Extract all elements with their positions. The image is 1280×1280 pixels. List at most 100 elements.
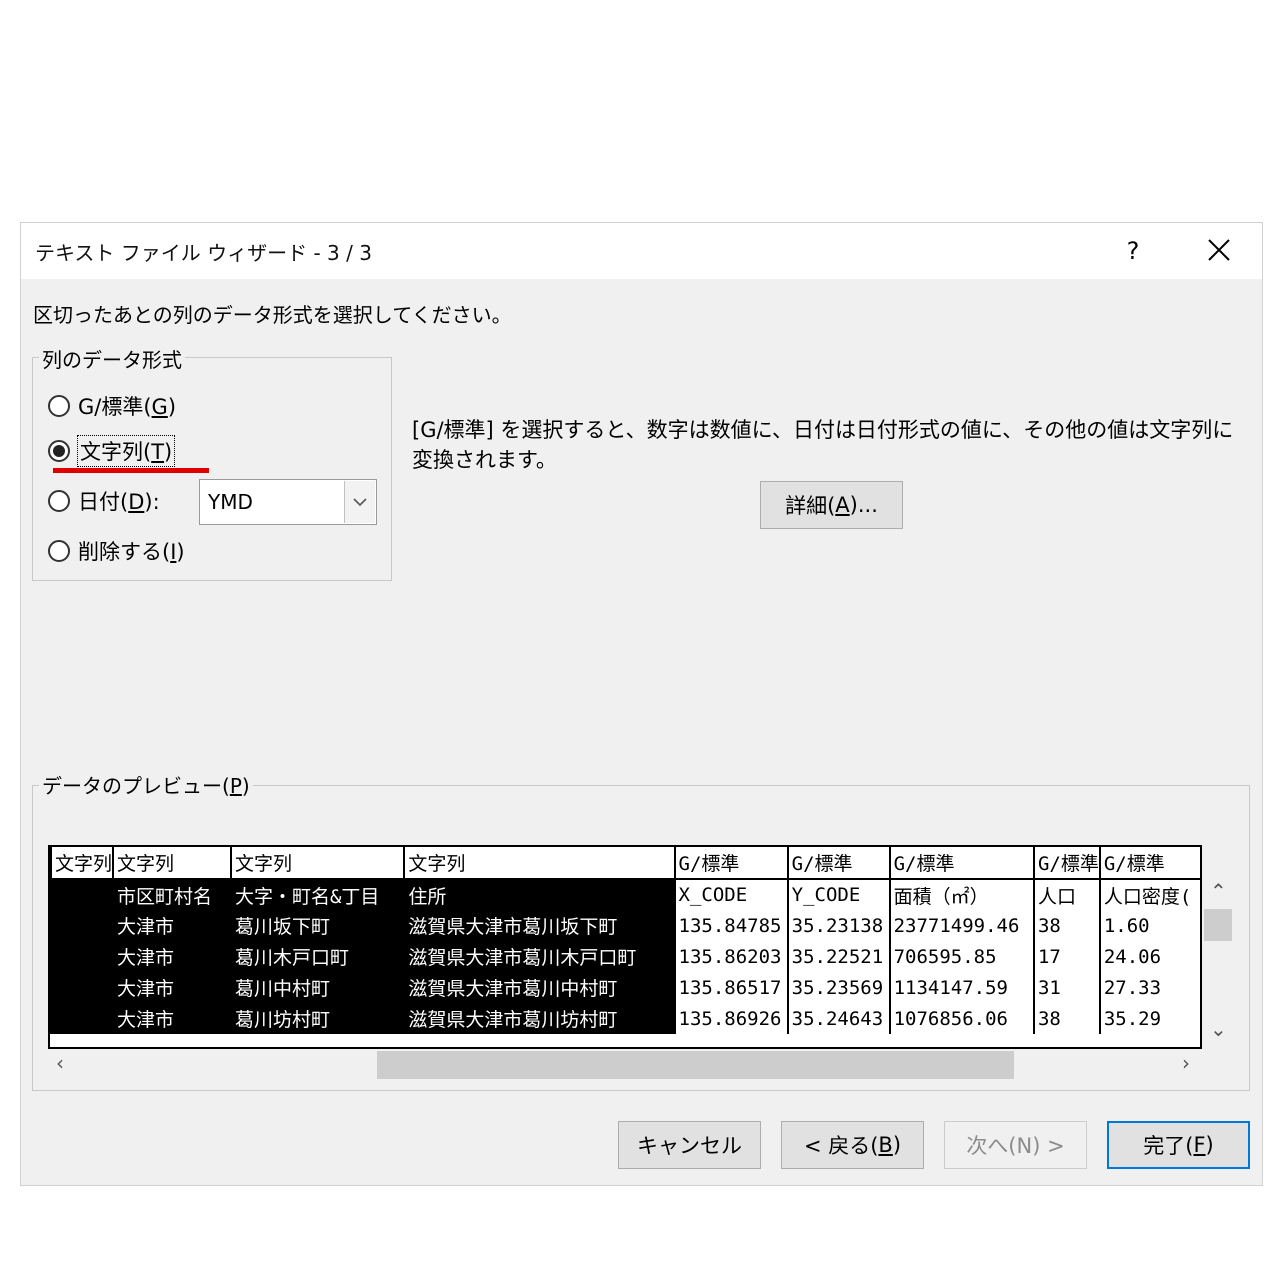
preview-data-row: 大津市 葛川坂下町 滋賀県大津市葛川坂下町 135.84785 35.23138 2377… (50, 910, 1200, 941)
preview-cell[interactable]: 面積（㎡） (888, 879, 1034, 910)
preview-cell[interactable]: 滋賀県大津市葛川坂下町 (403, 910, 675, 941)
preview-cell[interactable]: 35.22521 (786, 941, 890, 972)
radio-general[interactable]: G/標準(G) (48, 390, 176, 422)
chevron-down-icon (353, 498, 367, 507)
scroll-up-icon[interactable]: ⌃ (1210, 879, 1227, 903)
format-description: [G/標準] を選択すると、数字は数値に、日付は日付形式の値に、その他の値は文字… (412, 418, 1234, 472)
window-title: テキスト ファイル ウィザード - 3 / 3 (35, 241, 372, 265)
preview-horizontal-scrollbar[interactable]: ‹ › (50, 1049, 1202, 1081)
radio-general-label: G/標準(G) (78, 395, 177, 419)
horizontal-scroll-thumb[interactable] (377, 1051, 1014, 1079)
preview-cell[interactable]: 人口密度( (1098, 879, 1200, 910)
preview-cell[interactable]: Y_CODE (786, 879, 890, 910)
preview-cell[interactable]: 住所 (403, 879, 675, 910)
preview-cell[interactable]: 27.33 (1098, 972, 1200, 1003)
preview-table[interactable]: 文字列 文字列 文字列 文字列 G/標準 G/標準 G/標準 G/標準 G/標準 市区町村名 大字・… (50, 847, 1200, 1034)
scroll-left-icon[interactable]: ‹ (56, 1051, 64, 1075)
preview-format-cell[interactable]: G/標準 (1098, 847, 1200, 880)
preview-cell[interactable]: 葛川坊村町 (229, 1003, 405, 1034)
preview-cell[interactable] (50, 972, 114, 1003)
date-format-dropdown-button[interactable] (344, 481, 375, 523)
data-preview-label: データのプレビュー(P) (39, 770, 253, 799)
next-button[interactable]: 次へ(N) > (944, 1121, 1087, 1169)
preview-cell[interactable]: 1134147.59 (888, 972, 1034, 1003)
question-mark-icon: ? (1126, 237, 1140, 265)
preview-data-row: 大津市 葛川中村町 滋賀県大津市葛川中村町 135.86517 35.23569 1134… (50, 972, 1200, 1003)
radio-date[interactable]: 日付(D): (48, 485, 160, 517)
preview-cell[interactable]: 35.23569 (786, 972, 890, 1003)
preview-cell[interactable]: 24.06 (1098, 941, 1200, 972)
preview-cell[interactable]: 大津市 (112, 910, 231, 941)
date-format-value: YMD (208, 490, 253, 514)
help-button[interactable]: ? (1119, 231, 1147, 271)
preview-cell[interactable]: 葛川中村町 (229, 972, 405, 1003)
cancel-button[interactable]: キャンセル (618, 1121, 761, 1169)
preview-vertical-scrollbar[interactable]: ⌃ ⌄ (1202, 877, 1234, 1049)
preview-cell[interactable] (50, 879, 114, 910)
preview-format-cell[interactable]: G/標準 (888, 847, 1034, 880)
preview-cell[interactable]: 滋賀県大津市葛川坊村町 (403, 1003, 675, 1034)
instruction-text: 区切ったあとの列のデータ形式を選択してください。 (33, 303, 512, 327)
radio-general-circle[interactable] (48, 395, 70, 417)
preview-cell[interactable] (50, 941, 114, 972)
preview-cell[interactable] (50, 910, 114, 941)
text-import-wizard-dialog: テキスト ファイル ウィザード - 3 / 3 ? 区切ったあとの列のデータ形式… (20, 222, 1263, 1186)
title-bar: テキスト ファイル ウィザード - 3 / 3 ? (21, 223, 1262, 279)
date-format-select[interactable]: YMD (199, 479, 377, 525)
preview-cell[interactable]: 人口 (1032, 879, 1100, 910)
preview-cell[interactable]: 135.86926 (673, 1003, 788, 1034)
advanced-button[interactable]: 詳細(A)... (760, 481, 903, 529)
preview-data-row: 市区町村名 大字・町名&丁目 住所 X_CODE Y_CODE 面積（㎡） 人口 人口密度( (50, 879, 1200, 910)
preview-cell[interactable]: 滋賀県大津市葛川木戸口町 (403, 941, 675, 972)
preview-cell[interactable]: 38 (1032, 1003, 1100, 1034)
preview-cell[interactable]: 135.86203 (673, 941, 788, 972)
preview-cell[interactable]: 1076856.06 (888, 1003, 1034, 1034)
close-button[interactable] (1197, 231, 1241, 271)
radio-text[interactable]: 文字列(T) (48, 435, 176, 467)
preview-cell[interactable]: 706595.85 (888, 941, 1034, 972)
radio-skip-circle[interactable] (48, 540, 70, 562)
preview-format-cell[interactable]: 文字列 (229, 847, 405, 880)
preview-format-cell[interactable]: G/標準 (786, 847, 890, 880)
preview-cell[interactable]: 38 (1032, 910, 1100, 941)
preview-cell[interactable]: 17 (1032, 941, 1100, 972)
radio-text-circle[interactable] (48, 440, 70, 462)
preview-cell[interactable]: 大津市 (112, 941, 231, 972)
preview-format-cell[interactable]: G/標準 (673, 847, 788, 880)
preview-cell[interactable]: 1.60 (1098, 910, 1200, 941)
scroll-down-icon[interactable]: ⌄ (1210, 1017, 1227, 1041)
preview-format-cell[interactable]: 文字列 (403, 847, 675, 880)
preview-cell[interactable]: 31 (1032, 972, 1100, 1003)
back-button[interactable]: < 戻る(B) (781, 1121, 924, 1169)
preview-cell[interactable]: 滋賀県大津市葛川中村町 (403, 972, 675, 1003)
preview-cell[interactable]: 市区町村名 (112, 879, 231, 910)
radio-skip[interactable]: 削除する(I) (48, 535, 185, 567)
preview-cell[interactable]: X_CODE (673, 879, 788, 910)
preview-format-cell[interactable]: 文字列 (112, 847, 231, 880)
preview-cell[interactable]: 大津市 (112, 972, 231, 1003)
radio-skip-label: 削除する(I) (78, 540, 185, 564)
vertical-scroll-thumb[interactable] (1204, 909, 1232, 941)
preview-cell[interactable]: 135.84785 (673, 910, 788, 941)
preview-cell[interactable]: 葛川木戸口町 (229, 941, 405, 972)
red-annotation-underline (53, 468, 209, 473)
preview-cell[interactable] (50, 1003, 114, 1034)
column-format-group-label: 列のデータ形式 (39, 344, 185, 373)
radio-text-label: 文字列(T) (76, 435, 176, 467)
radio-date-circle[interactable] (48, 490, 70, 512)
preview-cell[interactable]: 23771499.46 (888, 910, 1034, 941)
preview-cell[interactable]: 135.86517 (673, 972, 788, 1003)
preview-cell[interactable]: 35.24643 (786, 1003, 890, 1034)
data-preview-grid[interactable]: 文字列 文字列 文字列 文字列 G/標準 G/標準 G/標準 G/標準 G/標準 市区町村名 大字・… (48, 845, 1202, 1049)
preview-format-cell[interactable]: G/標準 (1032, 847, 1100, 880)
preview-cell[interactable]: 大津市 (112, 1003, 231, 1034)
finish-button[interactable]: 完了(F) (1107, 1121, 1250, 1169)
preview-format-row[interactable]: 文字列 文字列 文字列 文字列 G/標準 G/標準 G/標準 G/標準 G/標準 (50, 847, 1200, 880)
preview-cell[interactable]: 35.23138 (786, 910, 890, 941)
preview-format-cell[interactable]: 文字列 (50, 847, 114, 880)
preview-cell[interactable]: 35.29 (1098, 1003, 1200, 1034)
scroll-right-icon[interactable]: › (1182, 1051, 1190, 1075)
preview-cell[interactable]: 葛川坂下町 (229, 910, 405, 941)
preview-data-row: 大津市 葛川坊村町 滋賀県大津市葛川坊村町 135.86926 35.24643 1076… (50, 1003, 1200, 1034)
preview-cell[interactable]: 大字・町名&丁目 (229, 879, 405, 910)
